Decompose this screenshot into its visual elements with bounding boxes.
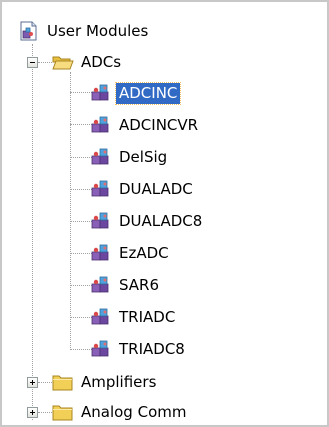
analog-comm-expand-toggle[interactable] bbox=[27, 407, 38, 418]
tree-connector-line bbox=[70, 349, 92, 350]
tree-module-dualadc8[interactable]: DUALADC8 bbox=[90, 207, 205, 235]
tree-connector-line bbox=[70, 253, 92, 254]
module-puzzle-icon bbox=[90, 275, 112, 295]
module-puzzle-icon bbox=[90, 211, 112, 231]
tree-connector-line bbox=[32, 44, 33, 420]
tree-module-dualadc[interactable]: DUALADC bbox=[90, 175, 196, 203]
tree-module-delsig[interactable]: DelSig bbox=[90, 143, 170, 171]
tree-connector-line bbox=[70, 285, 92, 286]
user-modules-tree[interactable]: User Modules ADCs ADCINC ADCINCVR DelSig… bbox=[2, 2, 327, 425]
tree-connector-line bbox=[70, 157, 92, 158]
tree-root-user-modules[interactable]: User Modules bbox=[18, 17, 151, 45]
tree-item-label: EzADC bbox=[119, 243, 169, 262]
tree-connector-line bbox=[38, 62, 52, 63]
user-modules-icon bbox=[18, 21, 40, 41]
tree-folder-label: ADCs bbox=[81, 52, 122, 71]
module-puzzle-icon bbox=[90, 339, 112, 359]
module-puzzle-icon bbox=[90, 147, 112, 167]
tree-item-label: SAR6 bbox=[119, 275, 160, 294]
module-puzzle-icon bbox=[90, 83, 112, 103]
tree-module-adcincvr[interactable]: ADCINCVR bbox=[90, 111, 201, 139]
module-puzzle-icon bbox=[90, 243, 112, 263]
tree-module-triadc8[interactable]: TRIADC8 bbox=[90, 335, 188, 363]
tree-item-label: TRIADC8 bbox=[119, 339, 185, 358]
open-folder-icon bbox=[52, 52, 74, 72]
tree-item-label: DelSig bbox=[119, 147, 168, 166]
tree-module-sar6[interactable]: SAR6 bbox=[90, 271, 162, 299]
tree-folder-adcs[interactable]: ADCs bbox=[52, 48, 124, 76]
tree-frame: User Modules ADCs ADCINC ADCINCVR DelSig… bbox=[0, 0, 329, 427]
tree-connector-line bbox=[70, 189, 92, 190]
tree-connector-line bbox=[70, 124, 92, 125]
tree-module-ezadc[interactable]: EzADC bbox=[90, 239, 172, 267]
module-puzzle-icon bbox=[90, 179, 112, 199]
tree-item-label: DUALADC8 bbox=[119, 211, 203, 230]
tree-folder-label: Analog Comm bbox=[81, 402, 187, 421]
tree-connector-line bbox=[38, 412, 52, 413]
closed-folder-icon bbox=[52, 402, 74, 422]
tree-connector-line bbox=[70, 72, 71, 350]
tree-item-label: TRIADC bbox=[119, 307, 176, 326]
tree-module-triadc[interactable]: TRIADC bbox=[90, 303, 178, 331]
tree-folder-label: Amplifiers bbox=[81, 372, 157, 391]
tree-connector-line bbox=[38, 382, 52, 383]
adcs-collapse-toggle[interactable] bbox=[27, 57, 38, 68]
tree-connector-line bbox=[70, 92, 92, 93]
tree-folder-analog-comm[interactable]: Analog Comm bbox=[52, 398, 189, 426]
tree-item-label: ADCINC bbox=[114, 81, 182, 105]
closed-folder-icon bbox=[52, 372, 74, 392]
module-puzzle-icon bbox=[90, 307, 112, 327]
tree-root-label: User Modules bbox=[47, 21, 149, 40]
tree-connector-line bbox=[70, 317, 92, 318]
tree-connector-line bbox=[70, 221, 92, 222]
tree-item-label: ADCINCVR bbox=[119, 115, 199, 134]
amplifiers-expand-toggle[interactable] bbox=[27, 377, 38, 388]
tree-folder-amplifiers[interactable]: Amplifiers bbox=[52, 368, 159, 396]
tree-module-adcinc[interactable]: ADCINC bbox=[90, 79, 182, 107]
tree-item-label: DUALADC bbox=[119, 179, 193, 198]
module-puzzle-icon bbox=[90, 115, 112, 135]
